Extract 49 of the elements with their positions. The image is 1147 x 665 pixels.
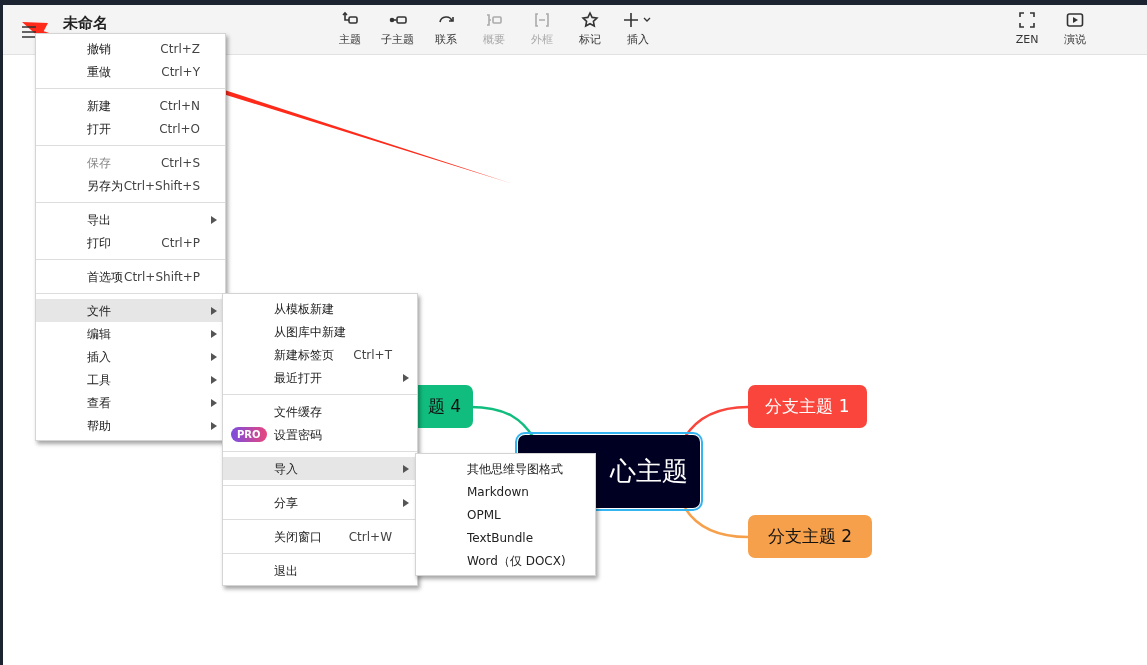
shortcut-text: Ctrl+Z: [160, 40, 200, 58]
shortcut-text: Ctrl+Shift+S: [123, 177, 200, 195]
toolbar-button[interactable]: 联系: [421, 7, 470, 52]
menu-item[interactable]: 导入: [223, 457, 417, 480]
menu-item[interactable]: 文件: [36, 299, 225, 322]
toolbar-button[interactable]: 子主题: [373, 7, 422, 52]
toolbar-button[interactable]: 主题: [325, 7, 374, 52]
submenu-arrow-icon: [403, 498, 409, 507]
branch-topic[interactable]: 分支主题 1: [748, 385, 867, 428]
pro-badge: PRO: [231, 427, 267, 442]
toolbar-button[interactable]: ZEN: [1003, 7, 1051, 52]
toolbar-button[interactable]: 插入: [613, 7, 662, 52]
boundary-icon: [532, 10, 551, 29]
menu-item[interactable]: 从模板新建: [223, 297, 417, 320]
shortcut-text: Ctrl+O: [159, 120, 200, 138]
menu-item[interactable]: 打印 Ctrl+P: [36, 231, 225, 254]
toolbar-button[interactable]: 标记: [565, 7, 614, 52]
shortcut-text: Ctrl+S: [160, 154, 200, 172]
plus-icon: [622, 10, 653, 29]
menu-item[interactable]: 新建 Ctrl+N: [36, 94, 225, 117]
branch-topic[interactable]: 分支主题 2: [748, 515, 872, 558]
fullscreen-icon: [1018, 10, 1036, 29]
submenu-arrow-icon: [211, 215, 217, 224]
menu-item[interactable]: 撤销 Ctrl+Z: [36, 37, 225, 60]
connector-line: [683, 507, 749, 539]
menu-item[interactable]: 另存为Ctrl+Shift+S: [36, 174, 225, 197]
shortcut-text: Ctrl+Y: [161, 63, 200, 81]
shortcut-text: Ctrl+P: [161, 234, 200, 252]
shortcut-text: Ctrl+N: [159, 97, 200, 115]
menu-item[interactable]: Word（仅 DOCX): [416, 549, 595, 572]
menu-item[interactable]: 新建标签页 Ctrl+T: [223, 343, 417, 366]
play-icon: [1066, 10, 1084, 29]
shortcut-text: Ctrl+T: [353, 346, 392, 364]
menu-item[interactable]: TextBundle: [416, 526, 595, 549]
shortcut-text: Ctrl+W: [348, 528, 392, 546]
menu-item[interactable]: 关闭窗口 Ctrl+W: [223, 525, 417, 548]
menu-item[interactable]: 打开 Ctrl+O: [36, 117, 225, 140]
shortcut-text: Ctrl+Shift+P: [124, 268, 200, 286]
connector-line: [683, 405, 749, 438]
star-icon: [580, 10, 599, 29]
submenu-arrow-icon: [403, 464, 409, 473]
submenu-arrow-icon: [403, 373, 409, 382]
menu-item[interactable]: 首选项Ctrl+Shift+P: [36, 265, 225, 288]
menu-item[interactable]: 重做 Ctrl+Y: [36, 60, 225, 83]
menu-item[interactable]: 从图库中新建: [223, 320, 417, 343]
menu-item[interactable]: 退出: [223, 559, 417, 582]
menu-item[interactable]: 导出: [36, 208, 225, 231]
toolbar-button[interactable]: 演说: [1051, 7, 1099, 52]
menu-item[interactable]: 分享: [223, 491, 417, 514]
